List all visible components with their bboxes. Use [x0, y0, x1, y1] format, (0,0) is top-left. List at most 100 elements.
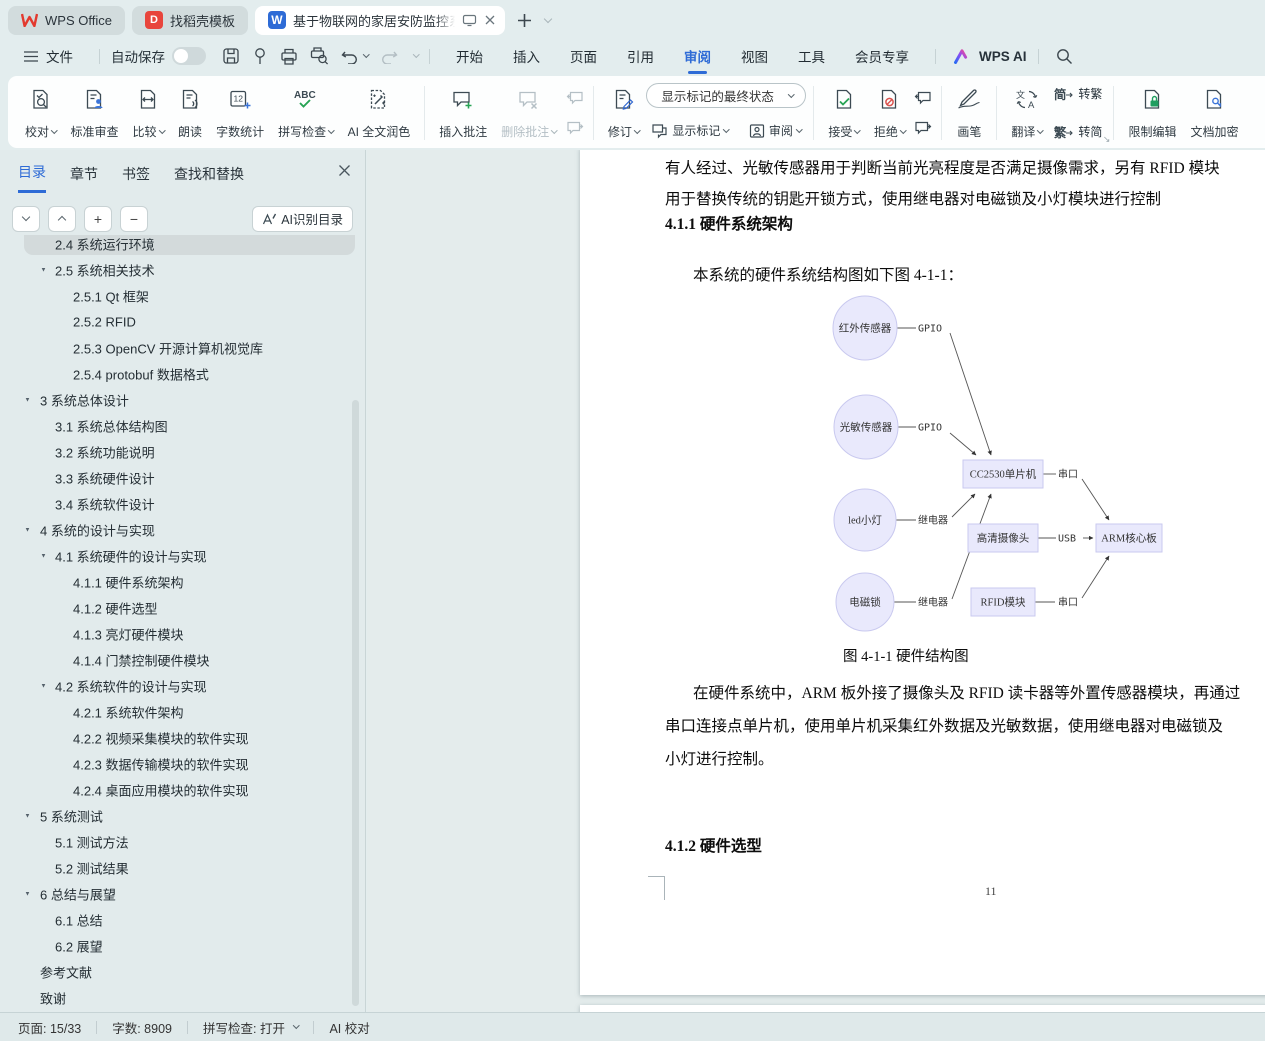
toc-item[interactable]: 2.5.1 Qt 框架 [0, 283, 357, 309]
encrypt-document-button[interactable]: 文档加密 [1183, 81, 1245, 145]
close-tab-icon[interactable] [484, 14, 496, 26]
menu-tab-开始[interactable]: 开始 [456, 46, 483, 66]
proofread-button[interactable]: 校对 [18, 81, 64, 145]
collapse-arrow-icon[interactable]: ▼ [24, 813, 30, 820]
collapse-all-button[interactable]: − [120, 206, 148, 232]
menu-tab-插入[interactable]: 插入 [513, 46, 540, 66]
share-icon[interactable] [252, 47, 268, 65]
standard-review-button[interactable]: 标准审查 [64, 81, 126, 145]
compare-button[interactable]: 比较 [126, 81, 172, 145]
toc-item[interactable]: ▼4.2 系统软件的设计与实现 [0, 673, 357, 699]
document-page[interactable]: 有人经过、光敏传感器用于判断当前光亮程度是否满足摄像需求，另有 RFID 模块 … [580, 150, 1265, 995]
tab-wps-office[interactable]: WPS Office [8, 6, 125, 35]
expand-all-button[interactable]: + [84, 206, 112, 232]
toc-item[interactable]: 4.1.2 硬件选型 [0, 595, 357, 621]
menu-tab-审阅[interactable]: 审阅 [684, 46, 711, 66]
sidebar-tab-find-replace[interactable]: 查找和替换 [174, 164, 244, 192]
toc-item[interactable]: ▼2.5 系统相关技术 [0, 257, 357, 283]
accept-button[interactable]: 接受 [821, 81, 867, 145]
toc-item[interactable]: ▼4.1 系统硬件的设计与实现 [0, 543, 357, 569]
toc-item[interactable]: 4.1.4 门禁控制硬件模块 [0, 647, 357, 673]
toc-item[interactable]: 3.1 系统总体结构图 [0, 413, 357, 439]
toc-item[interactable]: ▼4 系统的设计与实现 [0, 517, 357, 543]
ai-polish-button[interactable]: AI 全文润色 [341, 81, 418, 145]
toc-item[interactable]: 4.2.1 系统软件架构 [0, 699, 357, 725]
save-icon[interactable] [222, 47, 240, 65]
show-markup-button[interactable]: 显示标记 [646, 120, 734, 141]
search-icon[interactable] [1056, 48, 1073, 65]
ai-proofread-button[interactable]: AI 校对 [329, 1018, 369, 1037]
page-indicator[interactable]: 页面: 15/33 [18, 1018, 81, 1037]
history-dropdown-icon[interactable] [413, 51, 419, 57]
main-menu-icon[interactable] [24, 51, 38, 62]
menu-tab-视图[interactable]: 视图 [741, 46, 768, 66]
spell-check-button[interactable]: ABC 拼写检查 [271, 81, 341, 145]
toc-item[interactable]: 3.3 系统硬件设计 [0, 465, 357, 491]
tab-document[interactable]: W 基于物联网的家居安防监控系 [255, 6, 505, 35]
expand-down-button[interactable] [12, 206, 40, 232]
toc-item[interactable]: 5.2 测试结果 [0, 855, 357, 881]
toc-item[interactable]: 2.4 系统运行环境 [0, 235, 357, 257]
print-preview-icon[interactable] [310, 47, 329, 65]
restrict-editing-button[interactable]: 限制编辑 [1121, 81, 1183, 145]
toc-item[interactable]: 2.5.3 OpenCV 开源计算机视觉库 [0, 335, 357, 361]
ai-recognize-toc-button[interactable]: AI识别目录 [252, 206, 353, 232]
markup-state-select[interactable]: 显示标记的最终状态 [646, 83, 806, 108]
menu-tab-页面[interactable]: 页面 [570, 46, 597, 66]
collapse-arrow-icon[interactable]: ▼ [24, 891, 30, 898]
autosave-toggle[interactable] [172, 47, 206, 65]
print-icon[interactable] [280, 48, 298, 65]
menu-tab-工具[interactable]: 工具 [798, 46, 825, 66]
menu-tab-会员专享[interactable]: 会员专享 [855, 46, 909, 66]
collapse-up-button[interactable] [48, 206, 76, 232]
toc-item[interactable]: 2.5.4 protobuf 数据格式 [0, 361, 357, 387]
toc-item[interactable]: 致谢 [0, 985, 357, 1011]
tab-list-chevron-icon[interactable] [544, 14, 552, 22]
toc-item[interactable]: 4.2.3 数据传输模块的软件实现 [0, 751, 357, 777]
reviewer-button[interactable]: 审阅 [744, 120, 807, 141]
wps-ai-label[interactable]: WPS AI [979, 49, 1027, 64]
ink-brush-button[interactable]: 画笔 [949, 81, 989, 145]
sidebar-tab-toc[interactable]: 目录 [18, 162, 46, 193]
reject-button[interactable]: 拒绝 [867, 81, 913, 145]
toc-item[interactable]: ▼3 系统总体设计 [0, 387, 357, 413]
word-count-indicator[interactable]: 字数: 8909 [112, 1018, 172, 1037]
menu-tab-引用[interactable]: 引用 [627, 46, 654, 66]
word-count-button[interactable]: 12 字数统计 [209, 81, 271, 145]
sidebar-tab-chapters[interactable]: 章节 [70, 164, 98, 192]
toc-item[interactable]: 4.1.1 硬件系统架构 [0, 569, 357, 595]
sidebar-scrollbar[interactable] [352, 400, 359, 1006]
toc-item[interactable]: 3.2 系统功能说明 [0, 439, 357, 465]
new-tab-button[interactable] [512, 7, 538, 33]
toc-item[interactable]: 5.1 测试方法 [0, 829, 357, 855]
collapse-arrow-icon[interactable]: ▼ [40, 553, 46, 560]
previous-change-icon[interactable] [914, 90, 932, 106]
collapse-arrow-icon[interactable]: ▼ [40, 683, 46, 690]
dialog-launcher-icon[interactable]: ↘ [1103, 134, 1111, 145]
undo-dropdown-icon[interactable] [363, 51, 369, 57]
toc-item[interactable]: 4.2.4 桌面应用模块的软件实现 [0, 777, 357, 803]
insert-comment-button[interactable]: 插入批注 [432, 81, 494, 145]
track-changes-button[interactable]: 修订 [601, 81, 647, 145]
next-change-icon[interactable] [914, 120, 932, 136]
undo-icon[interactable] [341, 49, 358, 64]
collapse-arrow-icon[interactable]: ▼ [24, 527, 30, 534]
toc-item[interactable]: 3.4 系统软件设计 [0, 491, 357, 517]
toc-item[interactable]: 4.1.3 亮灯硬件模块 [0, 621, 357, 647]
sidebar-tab-bookmarks[interactable]: 书签 [122, 164, 150, 192]
to-simplified-button[interactable]: 繁 转简 [1054, 122, 1103, 141]
translate-button[interactable]: 文A 翻译 [1004, 81, 1050, 145]
spellcheck-indicator[interactable]: 拼写检查: 打开 [203, 1018, 285, 1037]
toc-item[interactable]: ▼5 系统测试 [0, 803, 357, 829]
collapse-arrow-icon[interactable]: ▼ [40, 267, 46, 274]
toc-item[interactable]: 6.1 总结 [0, 907, 357, 933]
toc-item[interactable]: 参考文献 [0, 959, 357, 985]
to-traditional-button[interactable]: 简 转繁 [1054, 84, 1103, 103]
read-aloud-button[interactable]: 朗读 [171, 81, 209, 145]
collapse-arrow-icon[interactable]: ▼ [24, 397, 30, 404]
toc-item[interactable]: 2.5.2 RFID [0, 309, 357, 335]
spellcheck-dropdown-icon[interactable] [293, 1022, 299, 1028]
menu-file[interactable]: 文件 [46, 46, 73, 66]
toc-item[interactable]: ▼6 总结与展望 [0, 881, 357, 907]
tab-docer[interactable]: D 找稻壳模板 [132, 6, 248, 35]
